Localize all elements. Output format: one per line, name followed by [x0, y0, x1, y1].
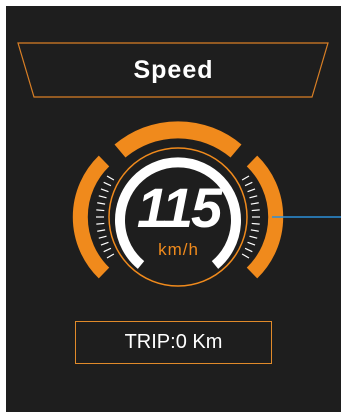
speed-value: 115 — [136, 176, 222, 239]
speed-screen: Speed 115 km/h TRIP:0 Km — [6, 6, 341, 412]
title-banner: Speed — [6, 42, 341, 100]
trip-box: TRIP:0 Km — [75, 321, 272, 364]
speed-unit: km/h — [158, 240, 199, 259]
trip-label: TRIP:0 Km — [124, 331, 223, 353]
bracket-tick — [249, 235, 258, 239]
speed-gauge: 115 km/h — [66, 116, 341, 296]
bracket-tick — [98, 235, 107, 239]
page-title: Speed — [133, 56, 214, 84]
